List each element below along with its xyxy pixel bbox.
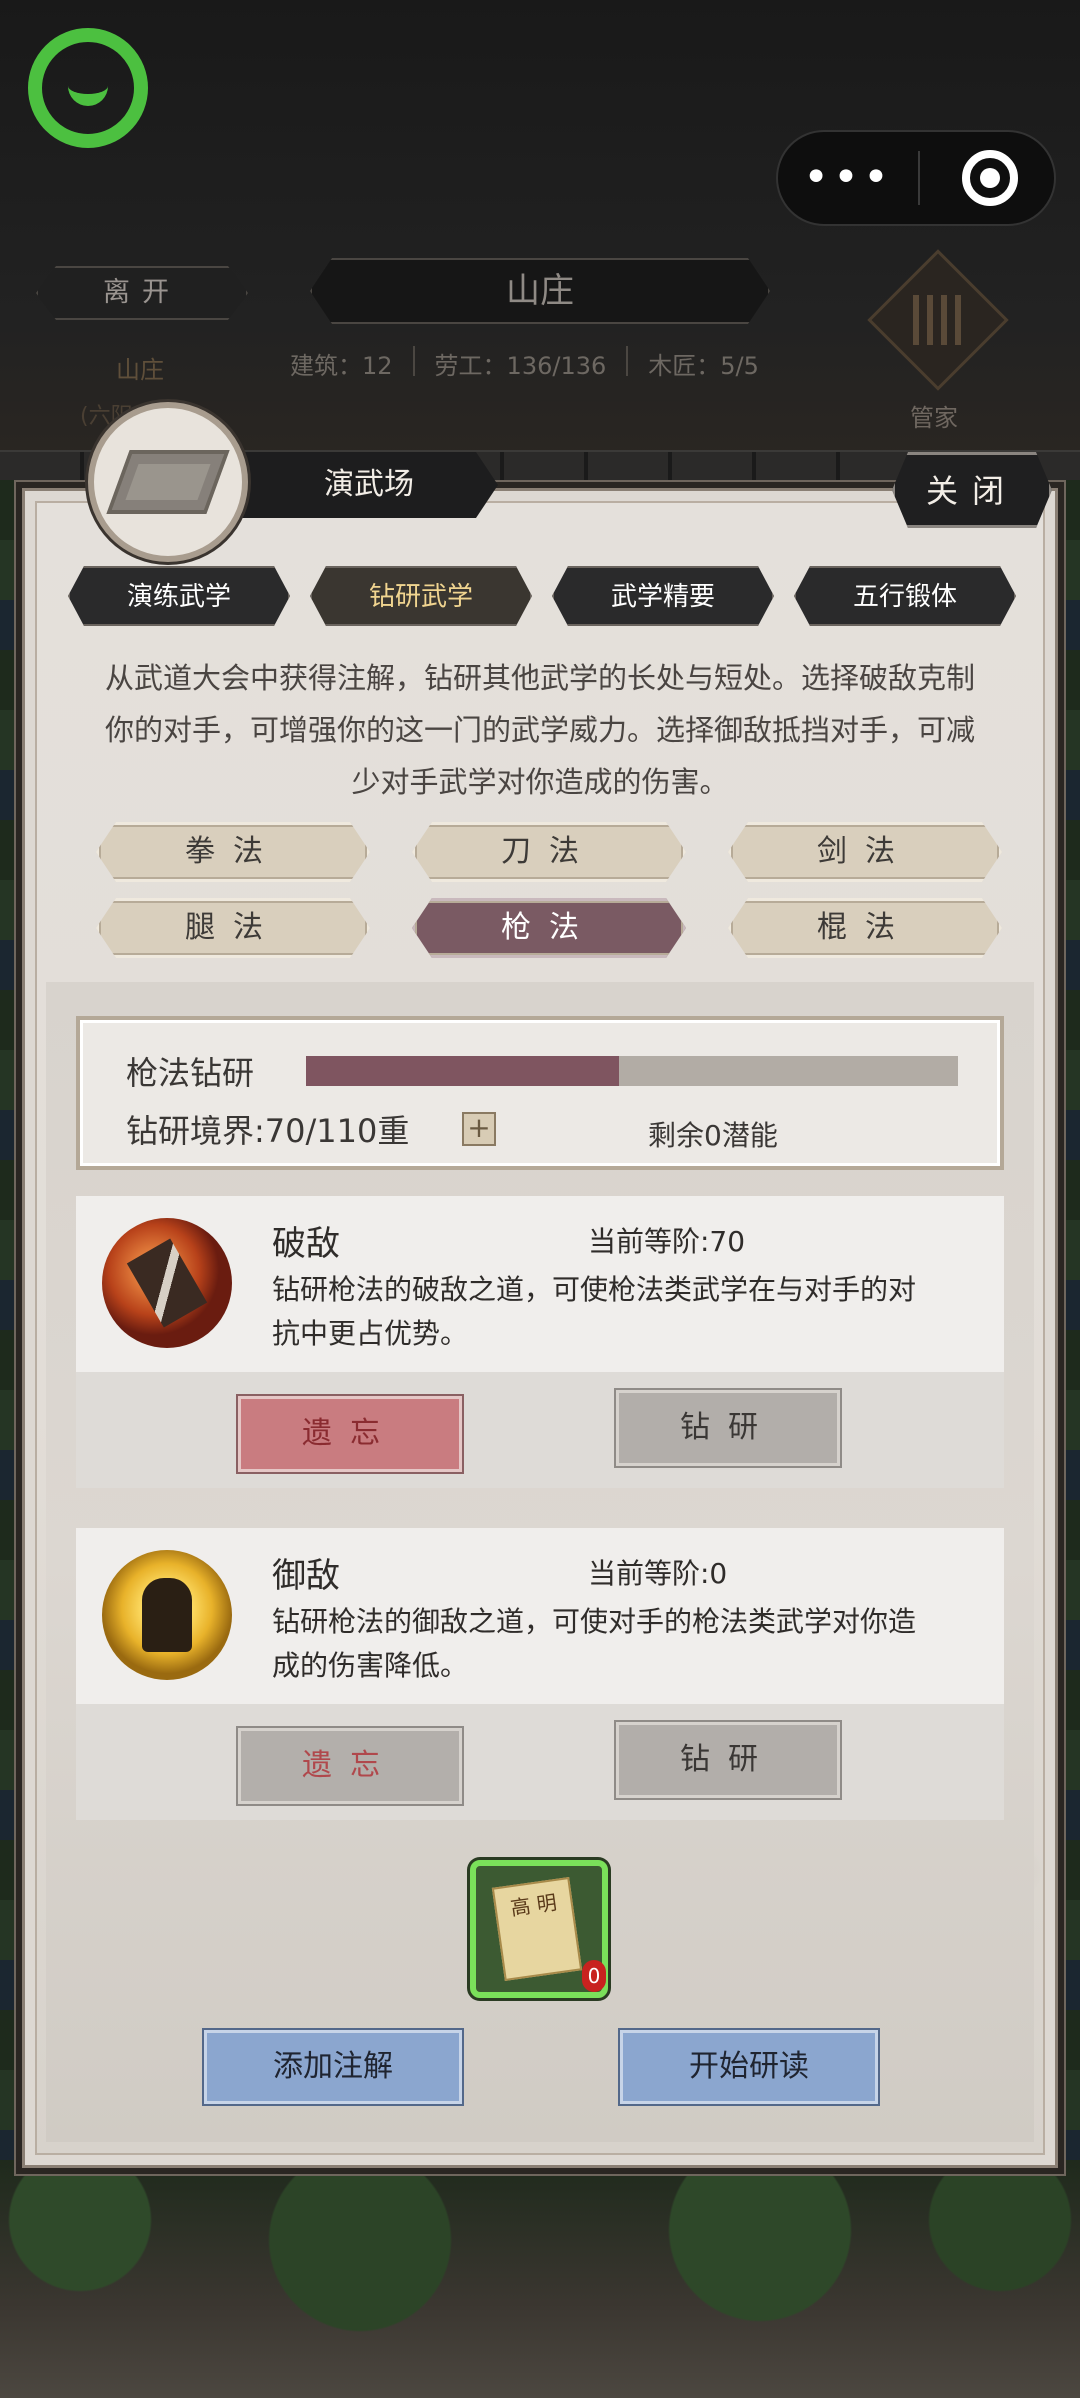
research-description: 从武道大会中获得注解，钻研其他武学的长处与短处。选择破敌克制你的对手，可增强你的… <box>104 661 975 799</box>
scene-bottom-garden <box>0 2160 1080 2398</box>
add-annotation-button[interactable]: 添加注解 <box>204 2030 462 2104</box>
category-spear[interactable]: 枪法 <box>412 898 686 958</box>
forget-button[interactable]: 遗忘 <box>238 1396 462 1472</box>
category-blade[interactable]: 刀法 <box>412 822 686 882</box>
more-dots-icon[interactable]: ••• <box>778 156 918 200</box>
annotation-scroll-item[interactable]: 高 明 0 <box>470 1860 608 1998</box>
chat-logo-icon[interactable] <box>28 28 148 148</box>
scroll-paper-text: 高 明 <box>509 1890 559 1921</box>
panel-tabs: 演练武学 钻研武学 武学精要 五行锻体 <box>68 566 1016 626</box>
study-realm: 钻研境界:70/110重 <box>126 1112 410 1150</box>
tab-five-elements[interactable]: 五行锻体 <box>794 566 1016 626</box>
training-ground-icon <box>106 450 230 514</box>
skill-description: 钻研枪法的破敌之道，可使枪法类武学在与对手的对抗中更占优势。 <box>272 1273 917 1350</box>
skill-card-bottom <box>76 1704 1004 1820</box>
stat-divider <box>412 346 415 376</box>
study-button[interactable]: 钻研 <box>616 1390 840 1466</box>
tab-practice[interactable]: 演练武学 <box>68 566 290 626</box>
panel-title: 演武场 <box>240 452 498 518</box>
category-fist[interactable]: 拳法 <box>96 822 370 882</box>
skill-card-bottom <box>76 1372 1004 1488</box>
location-label: 山庄 <box>116 356 164 384</box>
study-label: 枪法钻研 <box>126 1054 255 1092</box>
study-progress-bar <box>306 1056 958 1086</box>
category-leg[interactable]: 腿法 <box>96 898 370 958</box>
remaining-potential: 剩余0潜能 <box>648 1119 778 1152</box>
capsule-divider <box>918 151 920 205</box>
start-reading-button[interactable]: 开始研读 <box>620 2030 878 2104</box>
stat-labor: 劳工：136/136 <box>434 352 607 380</box>
skill-description: 钻研枪法的御敌之道，可使对手的枪法类武学对你造成的伤害降低。 <box>272 1605 917 1682</box>
martial-categories: 拳法 刀法 剑法 腿法 枪法 棍法 <box>96 822 1004 958</box>
study-progress-fill <box>306 1056 619 1086</box>
defend-enemy-icon <box>102 1550 232 1680</box>
spear-study-box: 枪法钻研 钻研境界:70/110重 + 剩余0潜能 <box>76 1016 1004 1170</box>
stat-carpenter: 木匠：5/5 <box>648 352 759 380</box>
forget-button[interactable]: 遗忘 <box>238 1728 462 1804</box>
item-count-badge: 0 <box>582 1960 606 1992</box>
stat-divider <box>626 346 629 376</box>
close-button[interactable]: 关闭 <box>892 452 1052 528</box>
stat-buildings: 建筑：12 <box>290 352 393 380</box>
building-medallion <box>88 402 248 562</box>
skill-name: 御敌 <box>272 1556 340 1596</box>
estate-stats: 建筑：12 劳工：136/136 木匠：5/5 <box>290 346 759 381</box>
game-scene-background <box>0 0 1080 460</box>
butler-label: 管家 <box>910 404 958 432</box>
location-title: 山庄 <box>310 258 770 324</box>
study-button[interactable]: 钻研 <box>616 1722 840 1798</box>
skill-card-defend: 御敌 当前等阶:0 钻研枪法的御敌之道，可使对手的枪法类武学对你造成的伤害降低。… <box>76 1528 1004 1820</box>
category-staff[interactable]: 棍法 <box>728 898 1002 958</box>
scroll-paper-icon: 高 明 <box>491 1877 583 1981</box>
tab-essentials[interactable]: 武学精要 <box>552 566 774 626</box>
skill-grade: 当前等阶:70 <box>588 1225 746 1258</box>
leave-button[interactable]: 离开 <box>36 266 248 320</box>
target-icon[interactable] <box>962 150 1018 206</box>
add-realm-button[interactable]: + <box>462 1112 496 1146</box>
skill-card-break: 破敌 当前等阶:70 钻研枪法的破敌之道，可使枪法类武学在与对手的对抗中更占优势… <box>76 1196 1004 1488</box>
break-enemy-icon <box>102 1218 232 1348</box>
category-sword[interactable]: 剑法 <box>728 822 1002 882</box>
skill-grade: 当前等阶:0 <box>588 1557 728 1590</box>
tab-research[interactable]: 钻研武学 <box>310 566 532 626</box>
skill-name: 破敌 <box>272 1224 340 1264</box>
mini-program-capsule: ••• <box>776 130 1056 226</box>
